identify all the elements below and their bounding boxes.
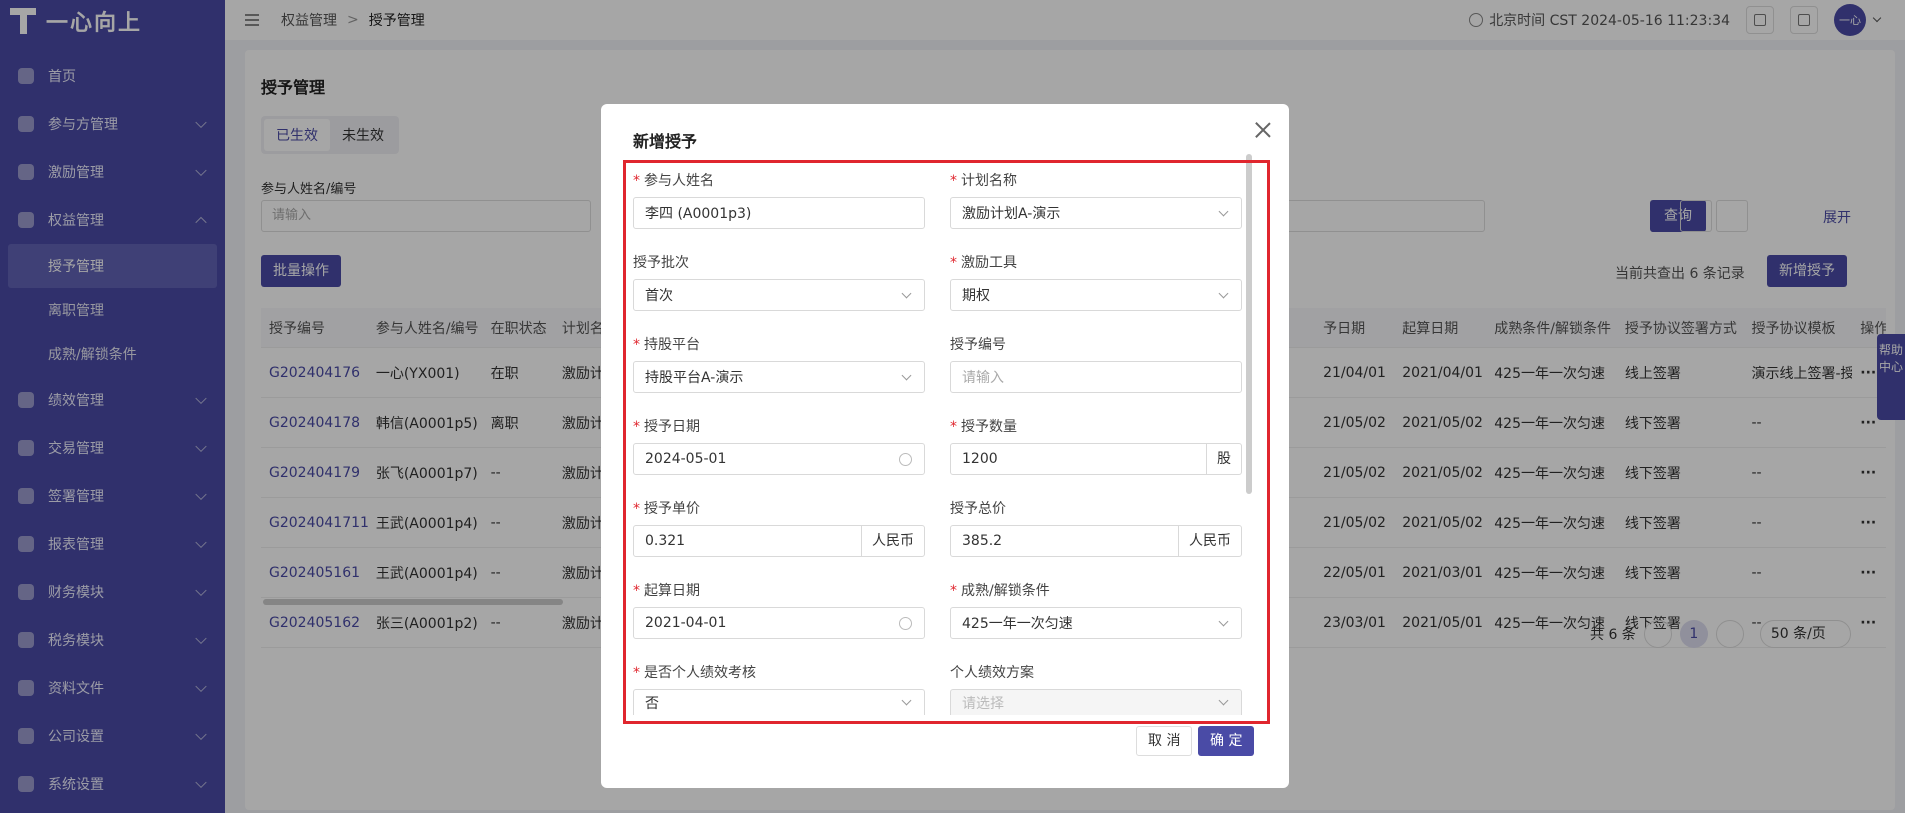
cancel-button[interactable]: 取 消 [1136, 726, 1193, 756]
close-icon[interactable] [1255, 122, 1271, 138]
modal-title: 新增授予 [633, 132, 698, 151]
highlight-box [623, 160, 1270, 724]
confirm-button[interactable]: 确 定 [1198, 726, 1255, 756]
